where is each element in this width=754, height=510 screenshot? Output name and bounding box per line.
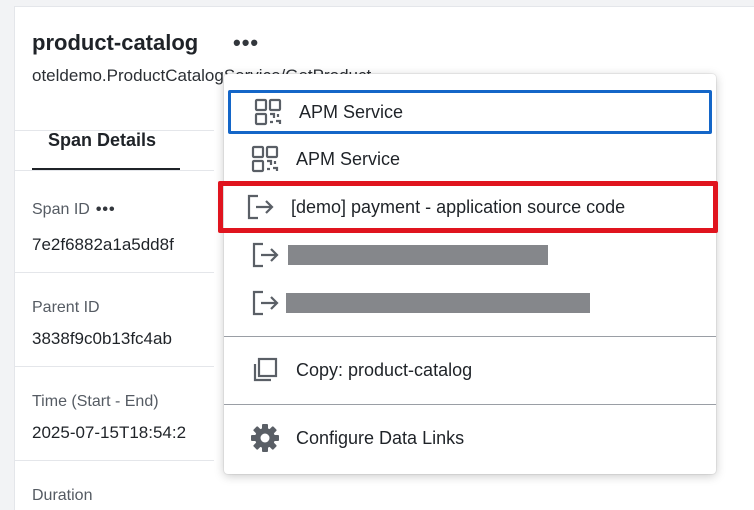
- time-value: 2025-07-15T18:54:2: [32, 423, 187, 442]
- gear-icon: [250, 423, 280, 453]
- external-link-icon: [245, 192, 275, 222]
- menu-item-copy[interactable]: Copy: product-catalog: [228, 348, 712, 392]
- menu-item-configure-data-links[interactable]: Configure Data Links: [228, 416, 712, 460]
- menu-item-payment-source-code[interactable]: [demo] payment - application source code: [218, 181, 718, 233]
- duration-label: Duration: [32, 487, 93, 504]
- apm-service-icon: [250, 144, 280, 174]
- menu-item-label: [demo] payment - application source code: [291, 196, 626, 217]
- divider: [14, 460, 214, 461]
- divider: [14, 272, 214, 273]
- menu-item-redacted-link[interactable]: [228, 281, 712, 325]
- parent-id-label: Parent ID: [32, 299, 100, 316]
- menu-item-label: APM Service: [296, 148, 401, 169]
- span-id-value: 7e2f6882a1a5dd8f: [32, 235, 174, 254]
- external-link-icon: [250, 240, 280, 270]
- external-link-icon: [250, 288, 280, 318]
- apm-service-icon: [253, 97, 283, 127]
- page-title: product-catalog: [32, 30, 199, 55]
- parent-id-value: 3838f9c0b13fc4ab: [32, 329, 172, 348]
- menu-item-label: Configure Data Links: [296, 427, 465, 448]
- tab-span-details[interactable]: Span Details: [48, 130, 156, 151]
- data-links-menu: APM Service APM Service [demo] payment -…: [218, 74, 718, 474]
- tabs-divider: [14, 170, 214, 171]
- redacted-label: [288, 245, 548, 265]
- menu-item-redacted-link[interactable]: [228, 233, 712, 277]
- span-id-more-button[interactable]: •••: [96, 201, 116, 218]
- menu-divider: [224, 336, 716, 337]
- copy-icon: [250, 355, 280, 385]
- title-more-actions-button[interactable]: •••: [233, 30, 259, 56]
- menu-item-apm-service[interactable]: APM Service: [228, 90, 712, 134]
- divider: [14, 366, 214, 367]
- menu-divider: [224, 404, 716, 405]
- time-label: Time (Start - End): [32, 393, 159, 410]
- menu-item-label: Copy: product-catalog: [296, 359, 473, 380]
- span-id-label: Span ID •••: [32, 201, 116, 218]
- menu-item-label: APM Service: [299, 101, 404, 122]
- redacted-label: [286, 293, 590, 313]
- menu-item-apm-service[interactable]: APM Service: [228, 137, 712, 181]
